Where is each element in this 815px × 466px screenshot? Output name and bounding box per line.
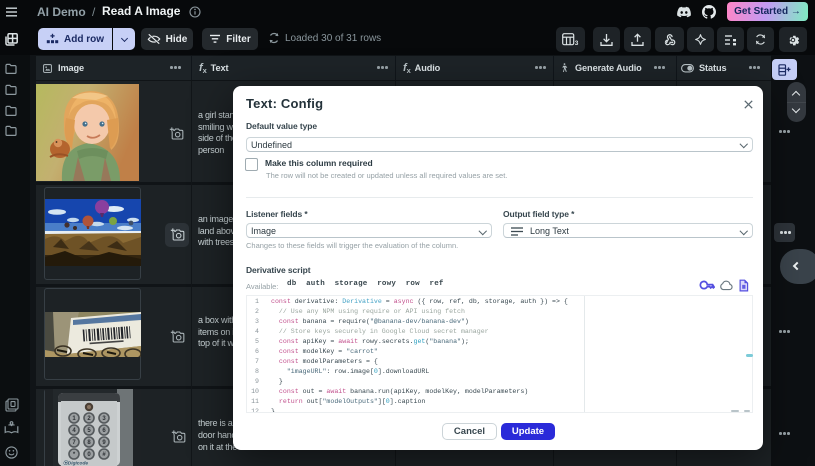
svg-text:3: 3 [575, 40, 579, 46]
